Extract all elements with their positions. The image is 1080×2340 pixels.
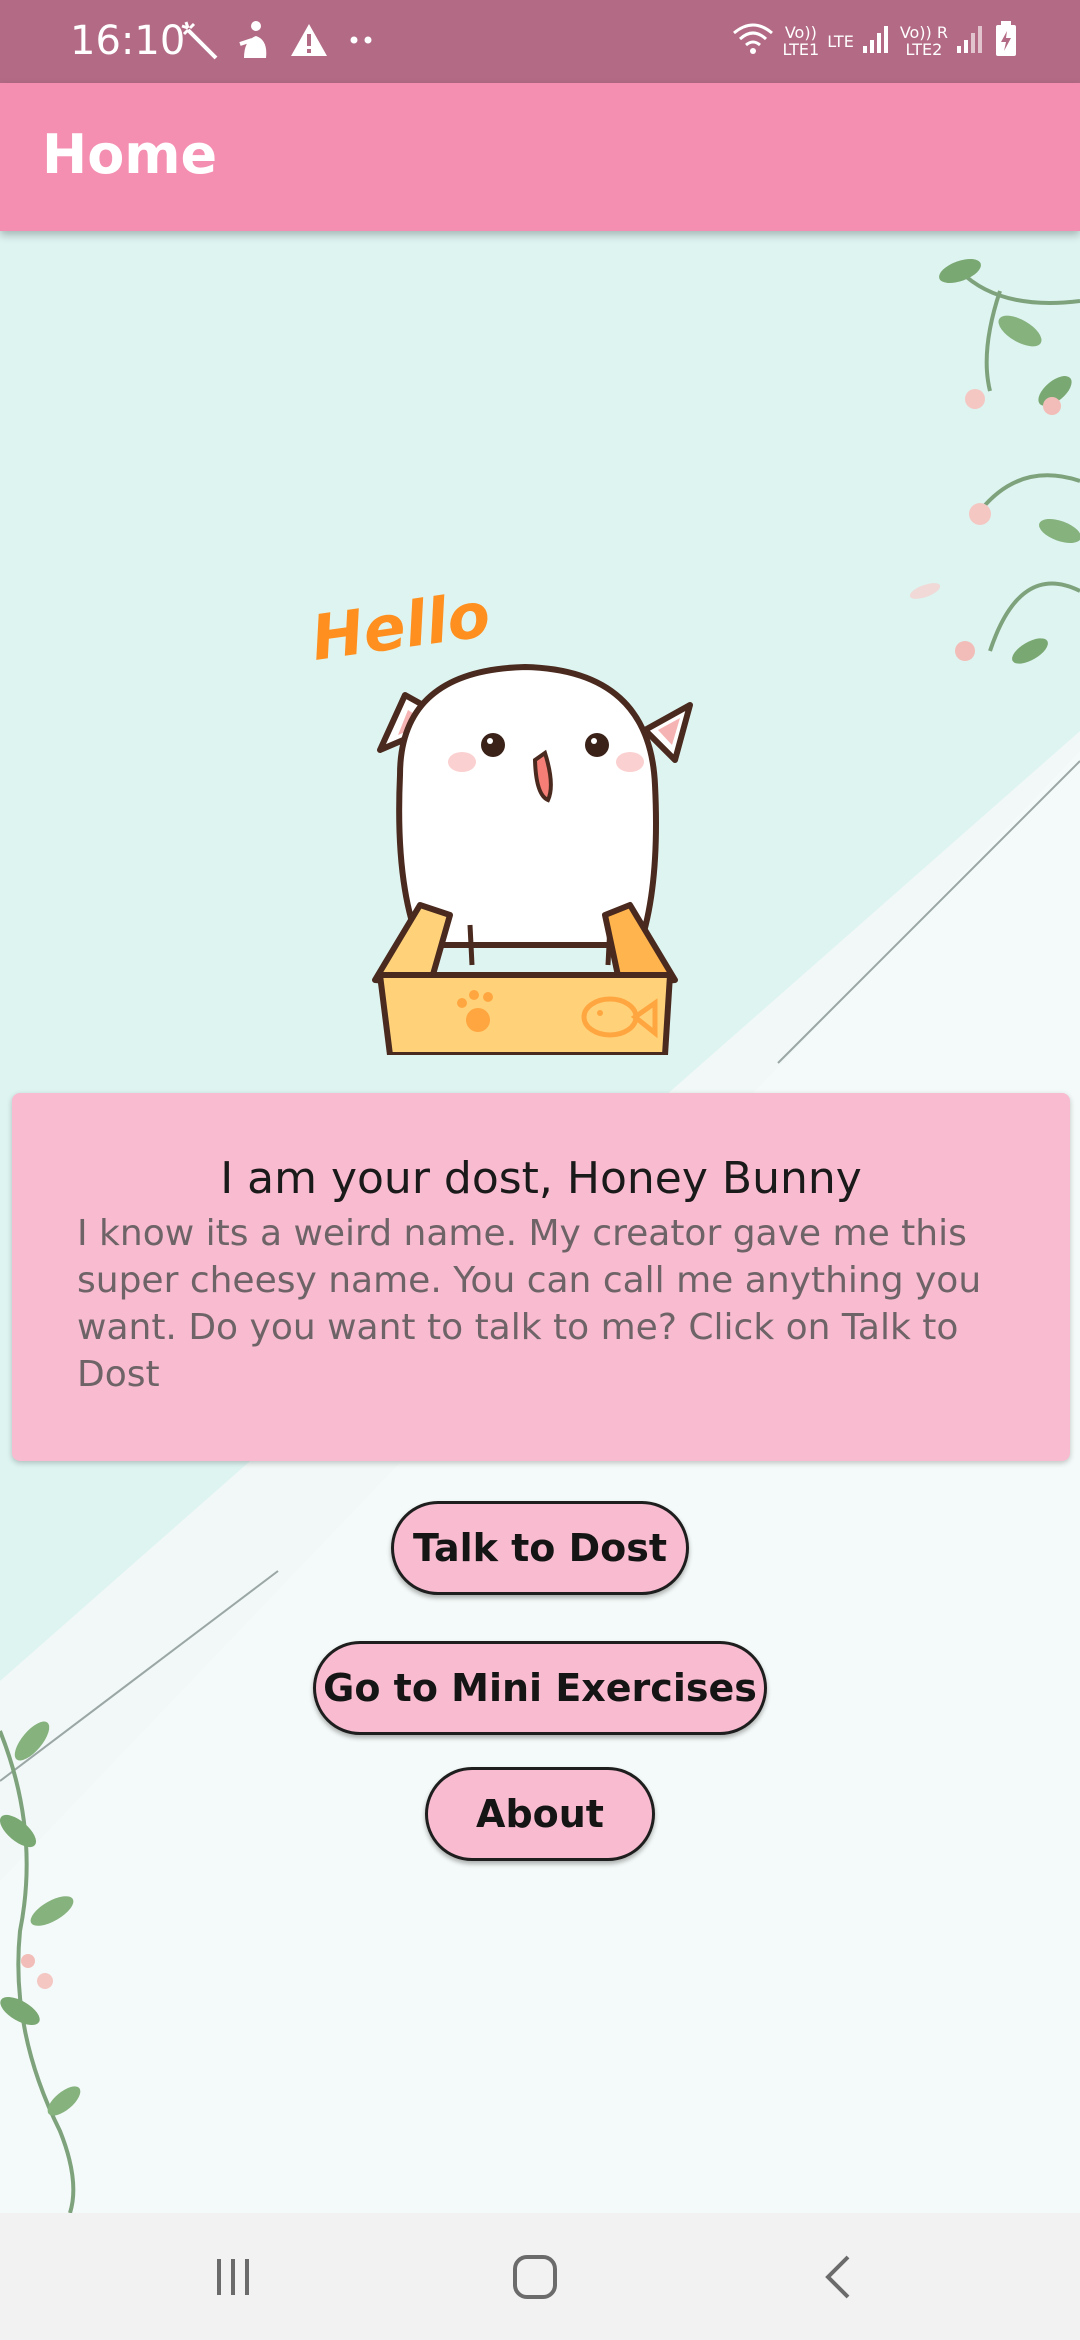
back-icon xyxy=(825,2255,850,2298)
system-nav-bar xyxy=(0,2213,1080,2340)
sim1-label: Vo)) LTE1 xyxy=(782,24,819,58)
status-right-icons: Vo)) LTE1 LTE Vo)) R LTE2 xyxy=(732,16,1018,66)
magic-wand-icon xyxy=(180,20,220,65)
mini-exercises-button[interactable]: Go to Mini Exercises xyxy=(313,1641,767,1735)
warning-icon xyxy=(290,22,328,63)
home-icon xyxy=(513,2254,557,2299)
mascot-greeting: Hello xyxy=(310,585,494,675)
sim2-label: Vo)) R LTE2 xyxy=(900,24,948,58)
back-button[interactable] xyxy=(778,2213,898,2340)
app-bar: Home xyxy=(0,83,1080,231)
lte-label: LTE xyxy=(827,31,854,51)
page-title: Home xyxy=(42,123,218,186)
more-dots-icon xyxy=(346,30,376,55)
signal-icon xyxy=(862,24,892,59)
status-time: 16:10 xyxy=(70,18,186,64)
sim2-lte-label: LTE2 xyxy=(905,40,943,59)
recent-apps-icon xyxy=(217,2258,249,2295)
sim1-lte-label: LTE1 xyxy=(782,40,820,59)
about-button[interactable]: About xyxy=(425,1767,655,1861)
signal-icon xyxy=(956,24,986,59)
recent-apps-button[interactable] xyxy=(173,2213,293,2340)
person-running-icon xyxy=(238,20,272,65)
intro-card: I am your dost, Honey Bunny I know its a… xyxy=(12,1093,1070,1461)
card-title: I am your dost, Honey Bunny xyxy=(220,1153,862,1204)
status-left-icons xyxy=(180,20,376,64)
battery-charging-icon xyxy=(994,20,1018,62)
status-bar: 16:10 Vo)) LTE1 LTE Vo)) R LTE2 xyxy=(0,0,1080,83)
home-button[interactable] xyxy=(475,2213,595,2340)
wifi-icon xyxy=(732,21,774,62)
card-body: I know its a weird name. My creator gave… xyxy=(77,1213,982,1395)
mascot-cat-in-box: Hello xyxy=(307,578,740,1058)
talk-to-dost-button[interactable]: Talk to Dost xyxy=(391,1501,689,1595)
